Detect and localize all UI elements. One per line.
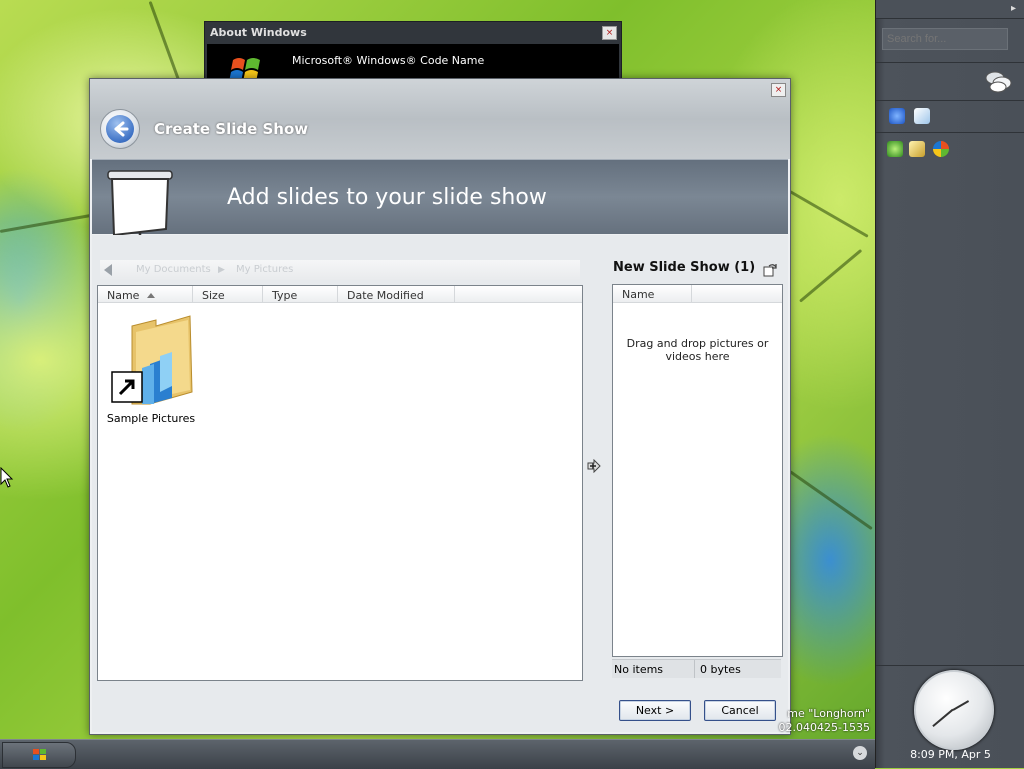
hour-hand	[952, 700, 970, 711]
keys-icon[interactable]	[909, 141, 925, 157]
slideshow-title: New Slide Show (1)	[613, 260, 756, 275]
clock-time: 8:09 PM, Apr 5	[910, 748, 991, 761]
status-divider	[694, 660, 695, 678]
step-banner: Add slides to your slide show	[92, 159, 788, 234]
build-number: 02.040425-1535	[778, 721, 870, 734]
slideshow-status-bar: No items 0 bytes	[612, 659, 781, 678]
sidebar-divider	[876, 665, 1024, 666]
item-count: No items	[614, 663, 664, 676]
rotate-icon[interactable]	[762, 262, 778, 278]
folder-icon	[111, 315, 193, 405]
file-list[interactable]: Name Size Type Date Modified Sample Pict…	[97, 285, 583, 681]
column-header-size[interactable]: Size	[193, 286, 263, 303]
tray-expand-icon[interactable]: ⌄	[853, 746, 867, 760]
column-header-type[interactable]: Type	[263, 286, 338, 303]
dialog-title: Create Slide Show	[154, 120, 309, 138]
breadcrumb: My Documents ▶ My Pictures	[100, 260, 580, 280]
column-divider	[691, 285, 692, 302]
column-header-filler	[455, 286, 582, 303]
sort-ascending-icon	[147, 293, 156, 298]
back-arrow-icon	[106, 115, 134, 143]
cube-icon[interactable]	[914, 108, 930, 124]
drop-hint: Drag and drop pictures or videos here	[626, 337, 769, 363]
create-slide-show-dialog[interactable]: × Create Slide Show Add slides to your s…	[89, 78, 791, 735]
collapse-arrow-icon[interactable]: ▸	[1011, 3, 1021, 15]
sidebar: ▸ 8:09 PM, Apr 5	[875, 0, 1024, 768]
minute-hand	[932, 709, 954, 728]
banner-heading: Add slides to your slide show	[227, 185, 547, 210]
about-product-name: Microsoft® Windows® Code Name	[292, 54, 485, 67]
breadcrumb-item[interactable]: My Documents	[136, 264, 211, 275]
next-button[interactable]: Next >	[619, 700, 691, 721]
list-item[interactable]: Sample Pictures	[106, 312, 196, 425]
slideshow-column-header[interactable]: Name	[613, 285, 782, 303]
about-window-title: About Windows	[210, 26, 307, 39]
wallpaper-leaf-vein	[799, 248, 863, 303]
windows-flag-icon	[33, 749, 46, 760]
cancel-button[interactable]: Cancel	[704, 700, 776, 721]
blue-gadget-icon[interactable]	[889, 108, 905, 124]
total-size: 0 bytes	[700, 663, 741, 676]
sidebar-top-strip: ▸	[876, 0, 1024, 19]
add-to-slideshow-icon[interactable]	[587, 459, 601, 473]
build-codename: me "Longhorn"	[787, 707, 870, 720]
slideshow-list[interactable]: Name Drag and drop pictures or videos he…	[612, 284, 783, 657]
mouse-pointer-icon	[0, 467, 14, 488]
column-header-name[interactable]: Name	[98, 286, 193, 303]
windows-orb-icon[interactable]	[933, 141, 949, 157]
sidebar-divider	[876, 100, 1024, 101]
sidebar-search-input[interactable]	[882, 28, 1008, 50]
build-watermark: me "Longhorn" 02.040425-1535	[778, 707, 870, 735]
taskbar: ⌄	[0, 739, 875, 769]
dialog-content: My Documents ▶ My Pictures Name Size Typ…	[92, 235, 788, 732]
wallpaper-leaf-vein	[789, 190, 869, 238]
chat-bubbles-icon[interactable]	[985, 70, 1013, 94]
dialog-header: × Create Slide Show	[90, 79, 790, 159]
column-header-date-modified[interactable]: Date Modified	[338, 286, 455, 303]
sidebar-divider	[876, 132, 1024, 133]
dialog-close-button[interactable]: ×	[771, 83, 786, 97]
about-close-button[interactable]: ×	[602, 26, 617, 40]
breadcrumb-back-icon[interactable]	[104, 264, 112, 276]
column-header-name: Name	[622, 288, 655, 301]
wallpaper-leaf-vein	[789, 470, 873, 531]
breadcrumb-item[interactable]: My Pictures	[236, 264, 293, 275]
sidebar-divider	[876, 62, 1024, 63]
start-button[interactable]	[2, 742, 76, 768]
breadcrumb-separator-icon: ▶	[218, 265, 225, 275]
back-button[interactable]	[100, 109, 140, 149]
green-leaf-icon[interactable]	[887, 141, 903, 157]
list-item-label: Sample Pictures	[106, 412, 196, 425]
analog-clock[interactable]	[914, 670, 994, 750]
